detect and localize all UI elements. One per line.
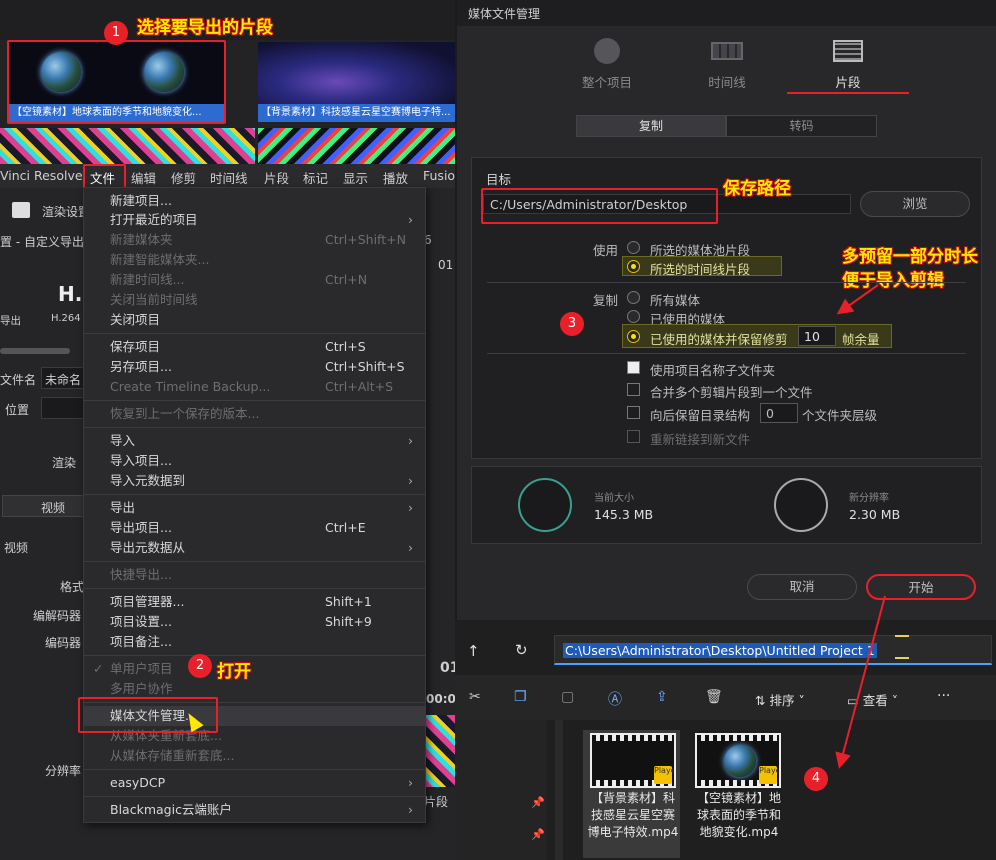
screenshot-root: 【空镜素材】地球表面的季节和地貌变化... 【背景素材】科技感星云星空赛博电子特… (0, 0, 996, 860)
arrow-to-files (835, 595, 886, 769)
annotation-arrows (835, 284, 886, 769)
arrow-to-trim (836, 284, 879, 315)
